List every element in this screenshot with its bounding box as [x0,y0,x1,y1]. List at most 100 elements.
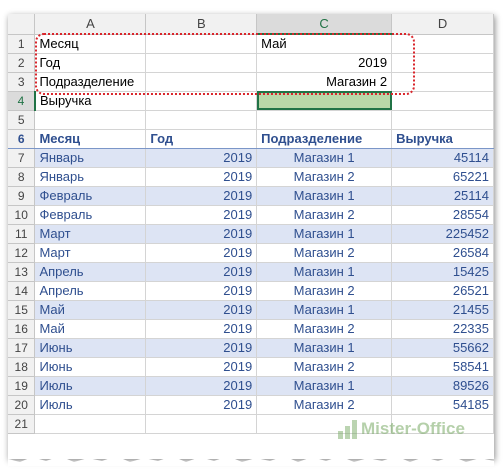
select-all-corner[interactable] [8,14,36,35]
column-header-b[interactable]: B [145,14,258,35]
month-cell[interactable]: Июнь [34,338,147,358]
month-cell[interactable]: Июль [34,376,147,396]
row-header[interactable]: 9 [8,186,36,206]
cell-d[interactable] [391,53,494,73]
department-cell[interactable]: Магазин 1 [256,376,393,396]
year-cell[interactable]: 2019 [145,300,258,320]
month-cell[interactable]: Июль [34,395,147,415]
department-cell[interactable]: Магазин 2 [256,281,393,301]
row-header[interactable]: 12 [8,243,36,263]
month-cell[interactable]: Февраль [34,186,147,206]
year-cell[interactable]: 2019 [145,281,258,301]
row-header[interactable]: 2 [8,53,36,73]
year-cell[interactable]: 2019 [145,205,258,225]
month-cell[interactable]: Март [34,224,147,244]
month-cell[interactable]: Май [34,319,147,339]
cell-d[interactable] [391,91,494,111]
cell-a[interactable]: Выручка [34,91,147,111]
month-cell[interactable]: Июнь [34,357,147,377]
row-header[interactable]: 6 [8,129,36,149]
row-header[interactable]: 1 [8,34,36,54]
row-header[interactable]: 8 [8,167,36,187]
department-cell[interactable]: Магазин 1 [256,224,393,244]
year-cell[interactable]: 2019 [145,338,258,358]
revenue-cell[interactable]: 54185 [391,395,494,415]
department-cell[interactable]: Магазин 1 [256,338,393,358]
row-header[interactable]: 10 [8,205,36,225]
column-header-c[interactable]: C [256,14,393,35]
row-header[interactable]: 17 [8,338,36,358]
year-cell[interactable]: 2019 [145,357,258,377]
department-cell[interactable]: Магазин 1 [256,262,393,282]
row-header[interactable]: 13 [8,262,36,282]
revenue-cell[interactable]: 45114 [391,148,494,168]
cell-b[interactable] [145,110,258,130]
month-cell[interactable]: Январь [34,148,147,168]
cell-a[interactable] [34,110,147,130]
row-header[interactable]: 18 [8,357,36,377]
revenue-cell[interactable]: 28554 [391,205,494,225]
row-header[interactable]: 20 [8,395,36,415]
department-cell[interactable]: Магазин 2 [256,395,393,415]
year-cell[interactable]: 2019 [145,224,258,244]
month-cell[interactable]: Апрель [34,281,147,301]
empty-cell[interactable] [391,414,494,434]
year-cell[interactable]: 2019 [145,262,258,282]
revenue-cell[interactable]: 21455 [391,300,494,320]
revenue-cell[interactable]: 22335 [391,319,494,339]
year-cell[interactable]: 2019 [145,243,258,263]
table-header-year[interactable]: Год [145,129,258,149]
cell-c[interactable]: Магазин 2 [256,72,393,92]
department-cell[interactable]: Магазин 2 [256,319,393,339]
cell-c[interactable]: 2019 [256,53,393,73]
cell-a[interactable]: Год [34,53,147,73]
cell-c[interactable]: Май [256,34,393,54]
year-cell[interactable]: 2019 [145,395,258,415]
revenue-cell[interactable]: 26521 [391,281,494,301]
month-cell[interactable]: Февраль [34,205,147,225]
year-cell[interactable]: 2019 [145,319,258,339]
revenue-cell[interactable]: 25114 [391,186,494,206]
row-header[interactable]: 15 [8,300,36,320]
revenue-cell[interactable]: 225452 [391,224,494,244]
month-cell[interactable]: Апрель [34,262,147,282]
month-cell[interactable]: Май [34,300,147,320]
revenue-cell[interactable]: 26584 [391,243,494,263]
department-cell[interactable]: Магазин 2 [256,205,393,225]
cell-b[interactable] [145,91,258,111]
cell-b[interactable] [145,53,258,73]
row-header[interactable]: 7 [8,148,36,168]
cell-a[interactable]: Подразделение [34,72,147,92]
column-header-a[interactable]: A [34,14,147,35]
cell-d[interactable] [391,34,494,54]
table-header-month[interactable]: Месяц [34,129,147,149]
cell-d[interactable] [391,110,494,130]
year-cell[interactable]: 2019 [145,186,258,206]
table-header-rev[interactable]: Выручка [391,129,494,149]
table-header-dept[interactable]: Подразделение [256,129,393,149]
column-header-d[interactable]: D [391,14,494,35]
row-header[interactable]: 4 [8,91,36,111]
row-header[interactable]: 3 [8,72,36,92]
empty-cell[interactable] [256,414,393,434]
department-cell[interactable]: Магазин 1 [256,148,393,168]
empty-cell[interactable] [145,414,258,434]
row-header[interactable]: 21 [8,414,36,434]
revenue-cell[interactable]: 89526 [391,376,494,396]
active-cell[interactable] [256,91,393,111]
revenue-cell[interactable]: 55662 [391,338,494,358]
month-cell[interactable]: Март [34,243,147,263]
department-cell[interactable]: Магазин 2 [256,243,393,263]
cell-b[interactable] [145,72,258,92]
revenue-cell[interactable]: 15425 [391,262,494,282]
row-header[interactable]: 19 [8,376,36,396]
department-cell[interactable]: Магазин 1 [256,186,393,206]
row-header[interactable]: 14 [8,281,36,301]
row-header[interactable]: 16 [8,319,36,339]
year-cell[interactable]: 2019 [145,167,258,187]
cell-b[interactable] [145,34,258,54]
department-cell[interactable]: Магазин 1 [256,300,393,320]
revenue-cell[interactable]: 65221 [391,167,494,187]
row-header[interactable]: 11 [8,224,36,244]
year-cell[interactable]: 2019 [145,376,258,396]
